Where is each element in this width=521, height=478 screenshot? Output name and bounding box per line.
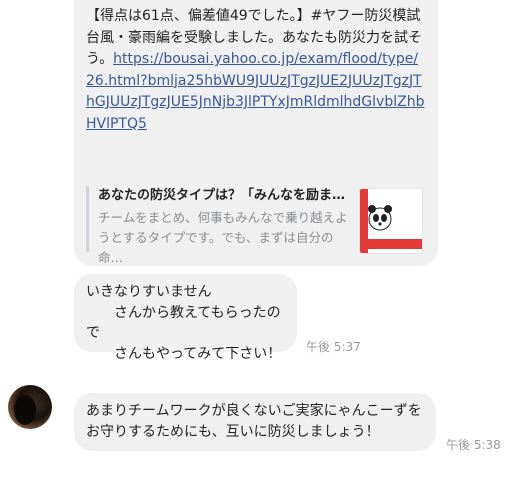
message-bubble-2: いきなりすいません さんから教えてもらったので さんもやってみて下さい！ xyxy=(74,274,297,362)
message-text: いきなりすいません さんから教えてもらったので さんもやってみて下さい！ xyxy=(86,284,282,362)
thumbnail-band xyxy=(368,239,422,249)
preview-thumbnail[interactable] xyxy=(359,188,423,254)
message-text: 【得点は61点、偏差値49でした。】#ヤフー防災模試 台風・豪雨編を受験しました… xyxy=(86,6,426,135)
link-preview[interactable]: あなたの防災タイプは？「みんなを励ま… チームをまとめ、何事もみんなで乗り越えよ… xyxy=(86,184,423,265)
message-bubble-3: あまりチームワークが良くないご実家にゃんこーずをお守りするためにも、互いに防災し… xyxy=(74,393,436,451)
message-bubble-1: 【得点は61点、偏差値49でした。】#ヤフー防災模試 台風・豪雨編を受験しました… xyxy=(74,0,438,266)
message-link[interactable]: https://bousai.yahoo.co.jp/exam/flood/ty… xyxy=(86,51,424,132)
preview-description: チームをまとめ、何事もみんなで乗り越えようとするタイプです。でも、まずは自分の命… xyxy=(98,210,348,265)
avatar[interactable] xyxy=(8,385,52,429)
preview-title: あなたの防災タイプは？「みんなを励ま… xyxy=(98,188,346,203)
message-timestamp: 午後 5:37 xyxy=(306,340,361,354)
message-text: あまりチームワークが良くないご実家にゃんこーずをお守りするためにも、互いに防災し… xyxy=(86,403,422,440)
preview-divider xyxy=(86,186,89,252)
avatar-shadow xyxy=(14,395,36,425)
message-timestamp: 午後 5:38 xyxy=(446,438,501,452)
